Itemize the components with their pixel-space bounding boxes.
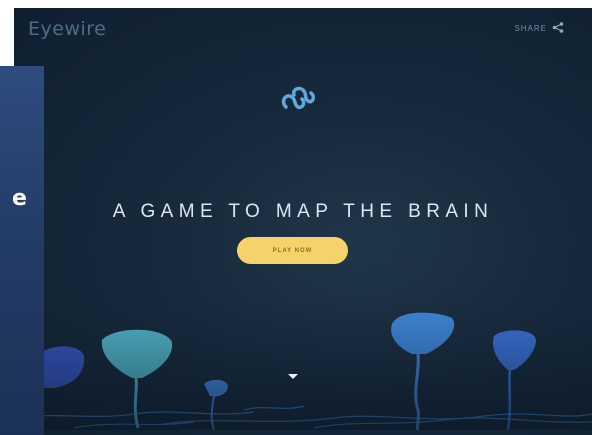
panel-text-fragment: e — [12, 186, 27, 211]
play-now-button[interactable]: PLAY NOW — [237, 237, 348, 264]
logo[interactable]: Eyewire — [28, 18, 106, 40]
share-icon — [552, 22, 564, 35]
share-button[interactable]: SHARE — [514, 22, 564, 35]
neuron-illustration — [14, 300, 592, 435]
chevron-down-icon — [288, 374, 298, 379]
eyewire-brand-icon — [278, 83, 318, 124]
eyewire-landing-page: Eyewire SHARE A GAME TO MAP THE BRAIN PL… — [14, 8, 592, 435]
hero-headline: A GAME TO MAP THE BRAIN — [112, 201, 494, 222]
scroll-down-button[interactable] — [287, 368, 299, 386]
share-label: SHARE — [514, 24, 547, 33]
left-overlay-panel: e — [0, 66, 44, 435]
